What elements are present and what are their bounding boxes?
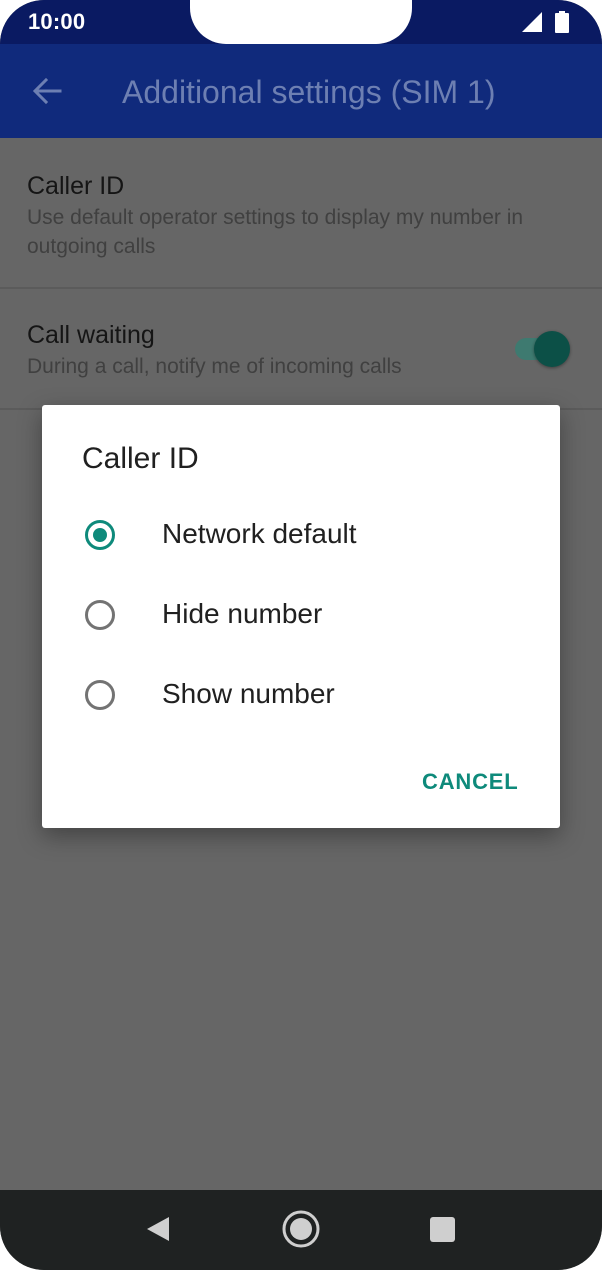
option-show-number[interactable]: Show number bbox=[42, 660, 560, 730]
navigation-bar bbox=[0, 1190, 602, 1270]
setting-title: Call waiting bbox=[27, 321, 155, 349]
cancel-button[interactable]: CANCEL bbox=[422, 769, 518, 795]
nav-home-icon[interactable] bbox=[281, 1209, 321, 1249]
nav-recent-apps-icon[interactable] bbox=[430, 1217, 455, 1242]
app-bar: Additional settings (SIM 1) bbox=[0, 44, 602, 138]
phone-screen: 10:00 Additional settings (SIM 1) Caller… bbox=[0, 0, 602, 1270]
caller-id-dialog: Caller ID Network default Hide number Sh… bbox=[42, 405, 560, 828]
battery-icon bbox=[555, 11, 569, 33]
option-label: Show number bbox=[162, 678, 335, 709]
option-hide-number[interactable]: Hide number bbox=[42, 580, 560, 650]
radio-selected-icon[interactable] bbox=[85, 520, 115, 550]
dialog-title: Caller ID bbox=[82, 442, 199, 475]
back-arrow-icon[interactable] bbox=[30, 74, 64, 108]
radio-unselected-icon[interactable] bbox=[85, 680, 115, 710]
nav-back-icon[interactable] bbox=[145, 1215, 171, 1243]
setting-subtitle: During a call, notify me of incoming cal… bbox=[27, 355, 402, 378]
display-notch bbox=[190, 0, 412, 44]
toggle-thumb[interactable] bbox=[534, 331, 570, 367]
cellular-signal-icon bbox=[522, 12, 542, 32]
radio-unselected-icon[interactable] bbox=[85, 600, 115, 630]
option-label: Network default bbox=[162, 518, 357, 549]
page-title: Additional settings (SIM 1) bbox=[122, 74, 496, 110]
status-time: 10:00 bbox=[28, 9, 86, 34]
setting-title: Caller ID bbox=[27, 172, 125, 200]
option-label: Hide number bbox=[162, 598, 323, 629]
radio-dot bbox=[93, 528, 107, 542]
status-bar: 10:00 bbox=[0, 0, 602, 44]
setting-subtitle: Use default operator settings to display… bbox=[27, 206, 524, 258]
setting-call-waiting[interactable]: Call waiting During a call, notify me of… bbox=[0, 289, 602, 409]
setting-caller-id[interactable]: Caller ID Use default operator settings … bbox=[0, 138, 602, 288]
option-network-default[interactable]: Network default bbox=[42, 500, 560, 570]
